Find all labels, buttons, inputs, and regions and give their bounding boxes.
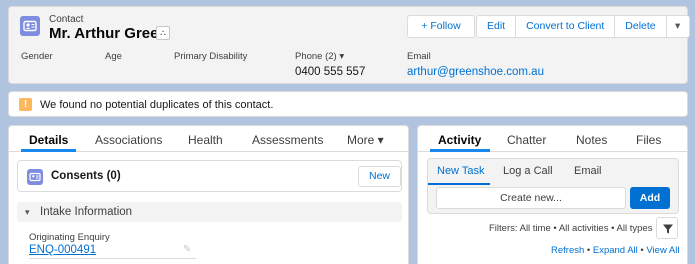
tab-assessments[interactable]: Assessments [252,133,323,147]
tab-notes[interactable]: Notes [576,133,607,147]
gender-label: Gender [21,51,53,62]
intake-section-header[interactable]: ▾ Intake Information [17,202,402,222]
chevron-down-icon: ▾ [25,207,30,217]
follow-button[interactable]: + Follow [407,15,475,38]
composer-active-indicator [428,183,490,185]
primary-disability-field: Primary Disability [174,51,247,66]
originating-enquiry-label: Originating Enquiry [29,232,110,243]
field-divider [29,258,196,259]
tab-details[interactable]: Details [29,133,68,147]
tab-activity[interactable]: Activity [438,133,481,147]
tab-chatter[interactable]: Chatter [507,133,546,147]
tab-email[interactable]: Email [574,165,602,177]
view-all-link[interactable]: View All [646,245,679,256]
tab-health[interactable]: Health [188,133,223,147]
create-new-input[interactable]: Create new... [436,187,626,209]
left-tab-bar: Details Associations Health Assessments … [9,126,408,152]
gender-field: Gender [21,51,53,66]
alert-message: We found no potential duplicates of this… [40,99,274,111]
contact-icon [20,16,40,36]
tab-new-task[interactable]: New Task [437,165,484,177]
warning-icon: ! [19,98,32,111]
expand-all-link[interactable]: Expand All [593,245,638,256]
add-button[interactable]: Add [630,187,670,209]
active-tab-indicator [21,149,76,152]
primary-disability-label: Primary Disability [174,51,248,62]
delete-button[interactable]: Delete [614,15,667,38]
convert-to-client-button[interactable]: Convert to Client [515,15,616,38]
activity-links: Refresh • Expand All • View All [551,245,679,256]
action-button-group: Edit Convert to Client Delete ▾ [476,15,690,38]
consents-icon [27,169,43,185]
email-field: Email arthur@greenshoe.com.au [407,51,544,78]
phone-label-dropdown[interactable]: Phone (2) ▾ [295,51,365,62]
record-name: Mr. Arthur Green [49,25,168,42]
filter-icon[interactable] [656,217,678,239]
tab-log-a-call[interactable]: Log a Call [503,165,553,177]
consents-title[interactable]: Consents (0) [51,170,121,182]
age-field: Age [105,51,122,66]
intake-section-title: Intake Information [40,206,133,218]
email-label: Email [407,51,431,62]
separator: • [640,245,644,256]
phone-value[interactable]: 0400 555 557 [295,66,365,78]
email-link[interactable]: arthur@greenshoe.com.au [407,66,544,78]
right-tab-bar: Activity Chatter Notes Files [418,126,687,152]
duplicate-alert: ! We found no potential duplicates of th… [8,91,688,117]
pencil-icon[interactable]: ✎ [183,244,191,255]
phone-field: Phone (2) ▾ 0400 555 557 [295,51,365,78]
consents-related-list: Consents (0) New [17,160,402,192]
tab-associations[interactable]: Associations [95,133,162,147]
record-header: Contact Mr. Arthur Green ⛬ + Follow Edit… [8,6,690,84]
hierarchy-icon[interactable]: ⛬ [156,26,170,40]
refresh-link[interactable]: Refresh [551,245,584,256]
age-label: Age [105,51,122,62]
tab-more[interactable]: More ▾ [347,133,384,147]
filters-summary: Filters: All time • All activities • All… [489,223,653,234]
more-actions-chevron-icon[interactable]: ▾ [665,15,690,38]
separator: • [586,245,591,256]
active-tab-indicator [430,149,490,152]
edit-button[interactable]: Edit [476,15,517,38]
new-consent-button[interactable]: New [358,166,401,187]
activity-card: Activity Chatter Notes Files New Task Lo… [417,125,688,264]
originating-enquiry-link[interactable]: ENQ-000491 [29,244,96,256]
details-card: Details Associations Health Assessments … [8,125,409,264]
tab-files[interactable]: Files [636,133,661,147]
object-type-label: Contact [49,14,84,25]
activity-composer: New Task Log a Call Email Create new... … [427,158,679,214]
